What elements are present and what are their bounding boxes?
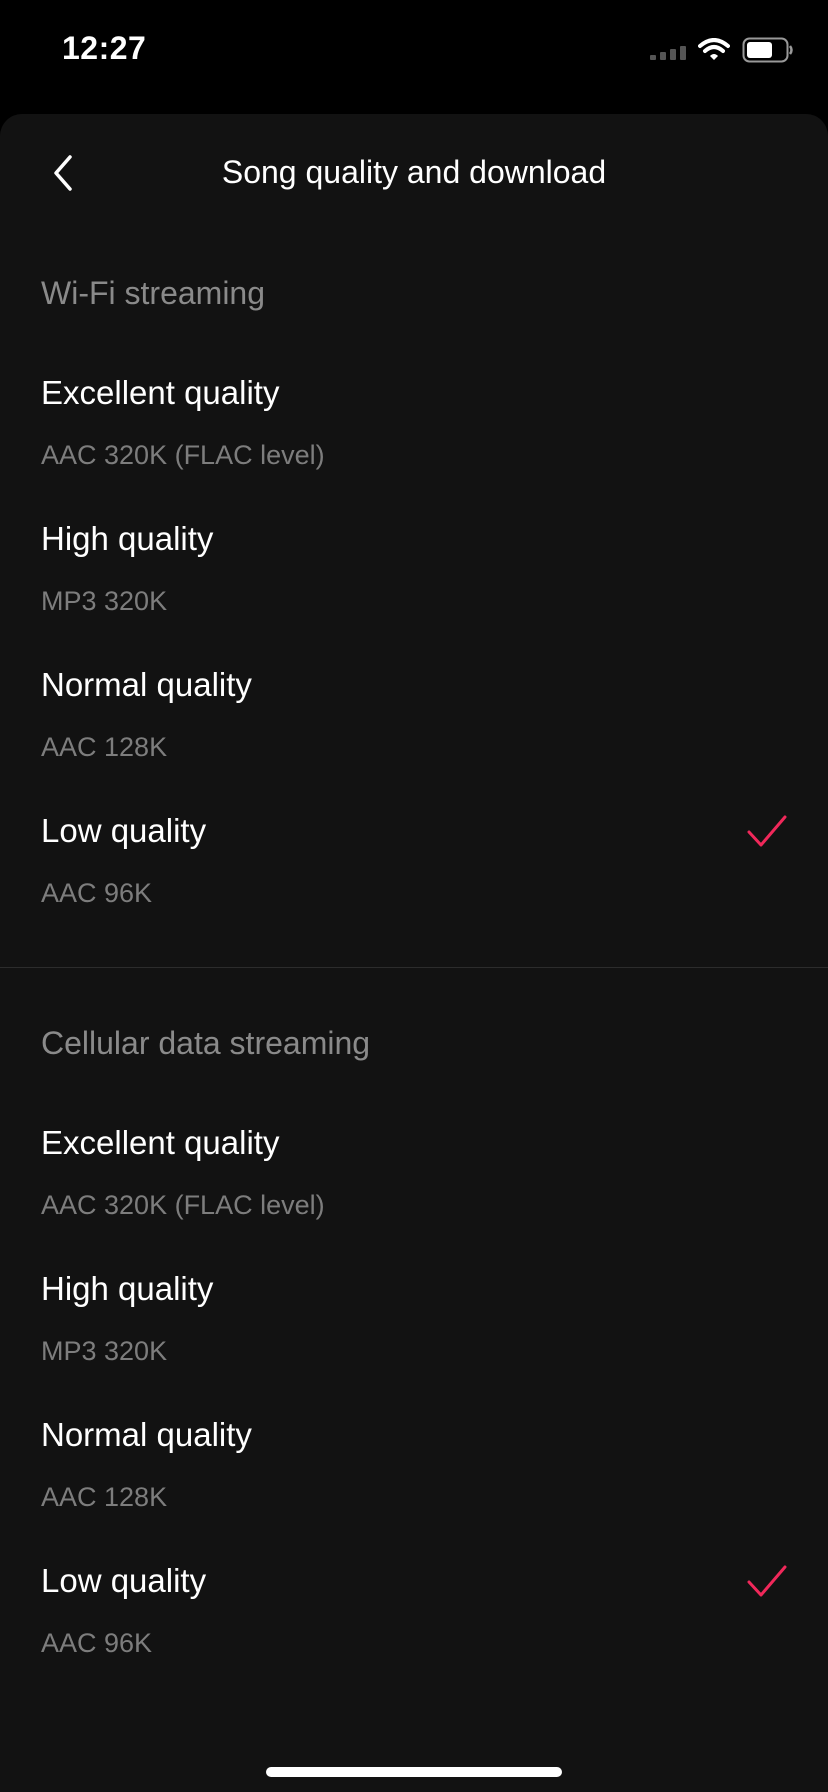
cellular-option-excellent[interactable]: Excellent quality AAC 320K (FLAC level) — [0, 1124, 828, 1270]
wifi-option-high[interactable]: High quality MP3 320K — [0, 520, 828, 666]
page-title: Song quality and download — [221, 154, 607, 190]
cellular-option-low[interactable]: Low quality AAC 96K — [0, 1562, 828, 1708]
nav-bar: Song quality and download — [0, 114, 828, 230]
option-label: Normal quality — [41, 1416, 252, 1453]
option-label: Low quality — [41, 812, 207, 849]
battery-icon — [742, 37, 793, 63]
option-detail: AAC 128K — [41, 1482, 168, 1512]
wifi-option-low[interactable]: Low quality AAC 96K — [0, 812, 828, 958]
checkmark-icon — [747, 1565, 787, 1597]
home-indicator[interactable] — [266, 1767, 562, 1777]
option-detail: AAC 320K (FLAC level) — [41, 1190, 325, 1220]
checkmark-icon — [747, 815, 787, 847]
status-icons — [650, 36, 794, 64]
section-divider — [0, 967, 828, 968]
option-label: Excellent quality — [41, 1124, 280, 1161]
option-label: Low quality — [41, 1562, 207, 1599]
option-detail: MP3 320K — [41, 586, 168, 616]
option-label: High quality — [41, 520, 214, 557]
section-header-cellular: Cellular data streaming — [41, 1025, 371, 1061]
option-label: High quality — [41, 1270, 214, 1307]
cellular-signal-icon — [650, 40, 686, 60]
option-detail: AAC 128K — [41, 732, 168, 762]
wifi-option-excellent[interactable]: Excellent quality AAC 320K (FLAC level) — [0, 374, 828, 520]
option-label: Normal quality — [41, 666, 252, 703]
option-detail: AAC 96K — [41, 1628, 153, 1658]
option-detail: AAC 96K — [41, 878, 153, 908]
option-label: Excellent quality — [41, 374, 280, 411]
option-detail: MP3 320K — [41, 1336, 168, 1366]
wifi-option-normal[interactable]: Normal quality AAC 128K — [0, 666, 828, 812]
cellular-option-high[interactable]: High quality MP3 320K — [0, 1270, 828, 1416]
status-time: 12:27 — [62, 30, 147, 66]
option-detail: AAC 320K (FLAC level) — [41, 440, 325, 470]
wifi-icon — [698, 38, 730, 60]
settings-sheet: Song quality and download Wi-Fi streamin… — [0, 114, 828, 1792]
status-bar: 12:27 — [0, 0, 828, 114]
cellular-option-normal[interactable]: Normal quality AAC 128K — [0, 1416, 828, 1562]
section-header-wifi: Wi-Fi streaming — [41, 275, 266, 311]
